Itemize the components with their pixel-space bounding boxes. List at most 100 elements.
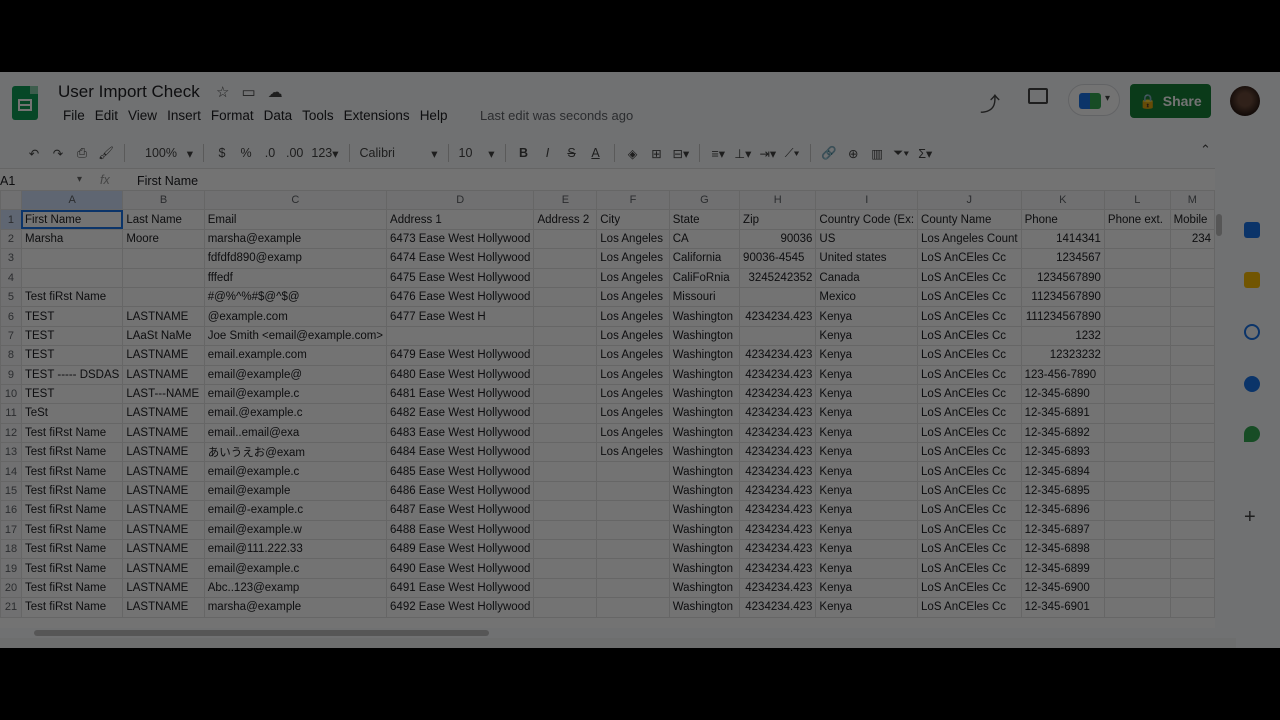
cell-g9[interactable]: Washington [668, 364, 741, 385]
cell-e21[interactable] [533, 597, 598, 618]
percent-format-button[interactable]: % [234, 140, 258, 166]
vertical-align-icon[interactable]: ⊥▾ [730, 140, 755, 166]
cell-d9[interactable]: 6480 Ease West Hollywood [386, 364, 535, 385]
cell-l12[interactable] [1103, 422, 1171, 444]
cell-h19[interactable]: 4234234.423 [739, 558, 817, 579]
column-header-c[interactable]: C [203, 190, 388, 211]
cell-j10[interactable]: LoS AnCEles Cc [917, 383, 1022, 405]
cell-h12[interactable]: 4234234.423 [739, 422, 817, 444]
cell-k2[interactable]: 1414341 [1020, 228, 1105, 250]
menu-format[interactable]: Format [206, 108, 259, 123]
cell-j15[interactable]: LoS AnCEles Cc [917, 480, 1022, 502]
cell-j7[interactable]: LoS AnCEles Cc [917, 325, 1022, 347]
cell-a10[interactable]: TEST [20, 383, 124, 405]
cell-i19[interactable]: Kenya [815, 558, 919, 579]
cell-k6[interactable]: 111234567890 [1020, 306, 1105, 327]
cell-c18[interactable]: email@111.222.33 [203, 539, 388, 560]
text-wrap-icon[interactable]: ⇥▾ [755, 140, 780, 166]
cell-b11[interactable]: LASTNAME [122, 403, 205, 424]
cell-g10[interactable]: Washington [668, 383, 741, 405]
cell-h6[interactable]: 4234234.423 [739, 306, 817, 327]
cell-d7[interactable] [386, 325, 535, 347]
cell-f14[interactable] [596, 461, 670, 482]
column-header-f[interactable]: F [596, 190, 670, 211]
keep-icon[interactable] [1244, 272, 1260, 288]
cell-g2[interactable]: CA [668, 228, 741, 250]
row-header[interactable]: 12 [0, 422, 22, 444]
collapse-menus-icon[interactable]: ⌃ [1200, 142, 1211, 158]
cell-k18[interactable]: 12-345-6898 [1020, 539, 1105, 560]
column-header-g[interactable]: G [668, 190, 741, 211]
cell-a6[interactable]: TEST [20, 306, 124, 327]
cell-j19[interactable]: LoS AnCEles Cc [917, 558, 1022, 579]
cell-b2[interactable]: Moore [122, 228, 205, 250]
cell-k10[interactable]: 12-345-6890 [1020, 383, 1105, 405]
cell-i9[interactable]: Kenya [815, 364, 919, 385]
row-header[interactable]: 8 [0, 345, 22, 366]
cell-m17[interactable] [1169, 519, 1215, 541]
cell-j14[interactable]: LoS AnCEles Cc [917, 461, 1022, 482]
cell-i3[interactable]: United states [815, 248, 919, 269]
bold-button[interactable]: B [512, 140, 536, 166]
share-button[interactable]: 🔒 Share [1130, 84, 1211, 118]
cell-b13[interactable]: LASTNAME [122, 442, 205, 463]
row-header[interactable]: 2 [0, 228, 22, 250]
cell-j3[interactable]: LoS AnCEles Cc [917, 248, 1022, 269]
cell-c11[interactable]: email.@example.c [203, 403, 388, 424]
cell-c9[interactable]: email@example@ [203, 364, 388, 385]
cell-c5[interactable]: #@%^%#$@^$@ [203, 286, 388, 308]
cell-i15[interactable]: Kenya [815, 480, 919, 502]
cell-b12[interactable]: LASTNAME [122, 422, 205, 444]
cell-f11[interactable]: Los Angeles [596, 403, 670, 424]
cell-l10[interactable] [1103, 383, 1171, 405]
column-header-k[interactable]: K [1020, 190, 1105, 211]
cell-a11[interactable]: TeSt [20, 403, 124, 424]
cell-e10[interactable] [533, 383, 598, 405]
font-select[interactable]: Calibri ▾ [356, 140, 442, 166]
cell-e16[interactable] [533, 500, 598, 521]
cell-d21[interactable]: 6492 Ease West Hollywood [386, 597, 535, 618]
insert-chart-icon[interactable]: ▥ [865, 140, 889, 166]
cell-d8[interactable]: 6479 Ease West Hollywood [386, 345, 535, 366]
cell-k5[interactable]: 11234567890 [1020, 286, 1105, 308]
cell-k9[interactable]: 123-456-7890 [1020, 364, 1105, 385]
cell-e6[interactable] [533, 306, 598, 327]
cell-a2[interactable]: Marsha [20, 228, 124, 250]
paint-format-icon[interactable]: 🖌 [94, 140, 118, 166]
column-header-b[interactable]: B [122, 190, 205, 211]
cell-k17[interactable]: 12-345-6897 [1020, 519, 1105, 541]
borders-icon[interactable]: ⊞ [645, 140, 669, 166]
cell-b20[interactable]: LASTNAME [122, 577, 205, 599]
cell-k8[interactable]: 12323232 [1020, 345, 1105, 366]
cell-d16[interactable]: 6487 Ease West Hollywood [386, 500, 535, 521]
cell-m6[interactable] [1169, 306, 1215, 327]
cell-a20[interactable]: Test fiRst Name [20, 577, 124, 599]
cell-l16[interactable] [1103, 500, 1171, 521]
account-avatar[interactable] [1230, 86, 1260, 116]
cell-e20[interactable] [533, 577, 598, 599]
cell-l20[interactable] [1103, 577, 1171, 599]
cell-e5[interactable] [533, 286, 598, 308]
document-title[interactable]: User Import Check [58, 82, 200, 102]
cell-h4[interactable]: 3245242352 [739, 267, 817, 288]
cell-d14[interactable]: 6485 Ease West Hollywood [386, 461, 535, 482]
cell-b15[interactable]: LASTNAME [122, 480, 205, 502]
currency-format-button[interactable]: $ [210, 140, 234, 166]
cell-e14[interactable] [533, 461, 598, 482]
cell-l13[interactable] [1103, 442, 1171, 463]
row-header[interactable]: 21 [0, 597, 22, 618]
cell-l7[interactable] [1103, 325, 1171, 347]
cell-f1[interactable]: City [596, 209, 670, 230]
cell-g11[interactable]: Washington [668, 403, 741, 424]
increase-decimal-button[interactable]: .00 [282, 140, 307, 166]
horizontal-scrollbar[interactable] [34, 630, 489, 636]
cell-c3[interactable]: fdfdfd890@examp [203, 248, 388, 269]
cell-k12[interactable]: 12-345-6892 [1020, 422, 1105, 444]
cell-c12[interactable]: email..email@exa [203, 422, 388, 444]
cell-i12[interactable]: Kenya [815, 422, 919, 444]
row-header[interactable]: 13 [0, 442, 22, 463]
cell-e11[interactable] [533, 403, 598, 424]
cell-d11[interactable]: 6482 Ease West Hollywood [386, 403, 535, 424]
row-header[interactable]: 18 [0, 539, 22, 560]
cell-d10[interactable]: 6481 Ease West Hollywood [386, 383, 535, 405]
